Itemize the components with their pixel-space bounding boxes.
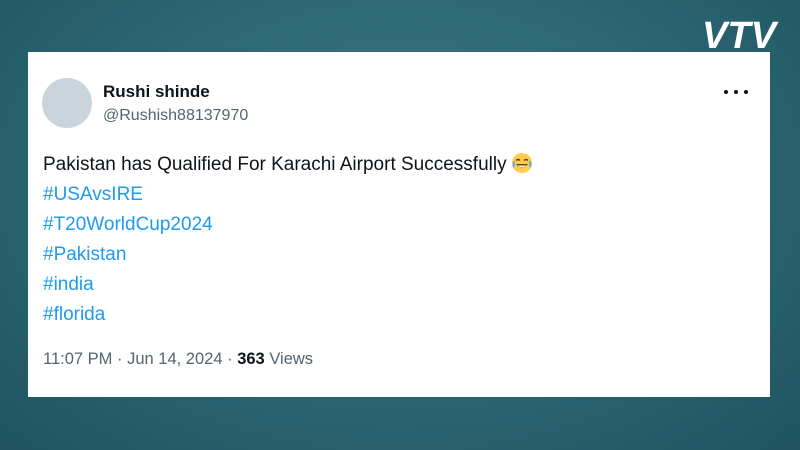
hashtag-link[interactable]: #florida <box>43 300 750 330</box>
hashtag-link[interactable]: #USAvsIRE <box>43 180 750 210</box>
more-options-icon[interactable] <box>724 86 748 98</box>
vtv-logo-text: VTV <box>702 15 779 57</box>
tweet-text: Pakistan has Qualified For Karachi Airpo… <box>43 154 507 175</box>
tweet-text-line: Pakistan has Qualified For Karachi Airpo… <box>43 150 750 180</box>
tweet-date[interactable]: Jun 14, 2024 <box>127 350 222 368</box>
display-name[interactable]: Rushi shinde <box>103 82 210 102</box>
user-handle[interactable]: @Rushish88137970 <box>103 107 248 125</box>
avatar[interactable] <box>42 78 92 128</box>
hashtag-link[interactable]: #india <box>43 270 750 300</box>
tweet-time[interactable]: 11:07 PM <box>43 350 112 368</box>
tweet-card: Rushi shinde @Rushish88137970 Pakistan h… <box>28 52 770 397</box>
hashtag-link[interactable]: #Pakistan <box>43 240 750 270</box>
hashtag-link[interactable]: #T20WorldCup2024 <box>43 210 750 240</box>
tweet-body: Pakistan has Qualified For Karachi Airpo… <box>43 150 750 330</box>
views-label: Views <box>269 350 314 368</box>
views-count: 363 <box>237 350 265 368</box>
separator: · <box>117 350 123 368</box>
tweet-meta: 11:07 PM · Jun 14, 2024 · 363 Views <box>43 350 313 369</box>
separator: · <box>227 350 233 368</box>
face-with-tears-of-joy-icon <box>511 152 533 174</box>
